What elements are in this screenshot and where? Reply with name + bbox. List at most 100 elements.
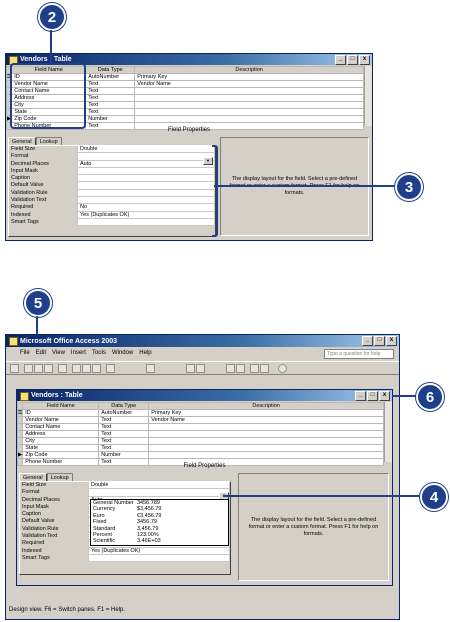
property-value[interactable] [77,197,215,205]
description-cell[interactable]: Primary Key [148,409,384,417]
print-icon[interactable] [44,364,53,373]
property-value[interactable]: Double [88,482,230,490]
description-cell[interactable] [134,115,364,123]
paste-icon[interactable] [92,364,101,373]
property-value[interactable] [88,554,230,563]
description-cell[interactable] [148,430,384,438]
properties-icon[interactable] [226,364,235,373]
field-name-cell[interactable]: Address [22,430,100,438]
cut-icon[interactable] [72,364,81,373]
property-value[interactable]: No [77,204,215,212]
description-cell[interactable]: Vendor Name [134,80,364,88]
data-type-cell[interactable]: Text [85,87,136,95]
description-cell[interactable] [134,108,364,116]
help-search-box[interactable]: Type a question for help [324,349,394,359]
spelling-icon[interactable] [58,364,67,373]
data-type-cell[interactable]: Text [98,444,150,452]
description-cell[interactable] [134,94,364,102]
description-cell[interactable] [148,444,384,452]
data-type-cell[interactable]: Text [98,437,150,445]
property-value[interactable]: Auto [77,160,215,168]
description-cell[interactable]: Vendor Name [148,416,384,424]
tab-lookup[interactable]: Lookup [35,137,62,145]
data-type-cell[interactable]: Text [98,416,150,424]
data-type-cell[interactable]: Number [98,451,150,459]
property-value[interactable]: Double [77,146,215,154]
property-value[interactable] [77,182,215,190]
delete-rows-icon[interactable] [196,364,205,373]
description-cell[interactable] [134,87,364,95]
field-name-cell[interactable]: Vendor Name [22,416,100,424]
menu-item-file[interactable]: File [20,350,30,356]
menu-item-insert[interactable]: Insert [71,350,86,356]
maximize-button[interactable]: □ [347,55,358,65]
menu-item-edit[interactable]: Edit [36,350,46,356]
menu-item-window[interactable]: Window [112,350,133,356]
grid-scrollbar[interactable] [384,402,392,462]
menu-item-help[interactable]: Help [139,350,151,356]
field-name-cell[interactable]: Zip Code [22,451,100,459]
field-name-cell[interactable]: State [22,444,100,452]
table-row[interactable]: State Text [16,444,384,452]
data-type-cell[interactable]: AutoNumber [98,409,150,417]
data-type-cell[interactable]: Number [85,115,136,123]
property-value[interactable]: Yes (Duplicates OK) [88,547,230,555]
menu-item-tools[interactable]: Tools [92,350,106,356]
table-row[interactable]: Vendor Name Text Vendor Name [16,416,384,424]
property-value[interactable]: Yes (Duplicates OK) [77,211,215,219]
copy-icon[interactable] [82,364,91,373]
data-type-cell[interactable]: Text [85,101,136,109]
description-cell[interactable] [148,437,384,445]
tab-general[interactable]: General [19,473,47,481]
data-type-cell[interactable]: Text [98,430,150,438]
database-window-icon[interactable] [250,364,259,373]
tab-general[interactable]: General [8,137,36,145]
field-name-cell[interactable]: ID [22,409,100,417]
table-row[interactable]: City Text [16,437,384,445]
inner-close-button[interactable]: x [379,391,390,401]
app-minimize-button[interactable]: _ [362,336,373,346]
data-type-cell[interactable]: Text [85,94,136,102]
menu-item-view[interactable]: View [52,350,65,356]
inner-minimize-button[interactable]: _ [355,391,366,401]
build-icon[interactable] [236,364,245,373]
table-row[interactable]: Contact Name Text [16,423,384,431]
view-icon[interactable] [10,364,19,373]
property-value[interactable] [77,218,215,227]
field-name-cell[interactable]: Contact Name [22,423,100,431]
help-icon[interactable] [278,364,287,373]
row-selector[interactable]: ▶ [16,451,24,459]
property-value[interactable] [77,189,215,198]
data-type-cell[interactable]: Text [85,108,136,116]
field-name-cell[interactable]: City [22,437,100,445]
data-type-cell[interactable]: AutoNumber [85,73,136,81]
table-row[interactable]: ▶ Zip Code Number [16,451,384,459]
undo-icon[interactable] [106,364,115,373]
search-icon[interactable] [34,364,43,373]
close-button[interactable]: x [359,55,370,65]
data-type-cell[interactable]: Text [98,423,150,431]
property-value[interactable] [77,153,215,161]
row-selector[interactable]: ⚿ [16,409,24,417]
inner-maximize-button[interactable]: □ [367,391,378,401]
table-row[interactable]: Address Text [16,430,384,438]
grid-scrollbar[interactable] [364,66,372,126]
app-title-bar[interactable]: Microsoft Office Access 2003 _ □ x [6,335,399,347]
property-value[interactable] [77,175,215,183]
table-row[interactable]: ⚿ ID AutoNumber Primary Key [16,409,384,417]
primary-key-icon[interactable] [146,364,155,373]
inner-title-bar[interactable]: Vendors : Table _ □ x [17,390,392,401]
minimize-button[interactable]: _ [335,55,346,65]
description-cell[interactable] [148,451,384,459]
description-cell[interactable]: Primary Key [134,73,364,81]
property-value[interactable] [88,489,230,497]
description-cell[interactable] [148,423,384,431]
new-object-icon[interactable] [260,364,269,373]
format-dropdown-list[interactable]: General Number 3456.789 Currency $3,456.79 E… [90,499,229,546]
app-close-button[interactable]: x [386,336,397,346]
description-cell[interactable] [134,101,364,109]
insert-rows-icon[interactable] [186,364,195,373]
data-type-cell[interactable]: Text [85,80,136,88]
app-maximize-button[interactable]: □ [374,336,385,346]
tab-lookup[interactable]: Lookup [46,473,73,481]
